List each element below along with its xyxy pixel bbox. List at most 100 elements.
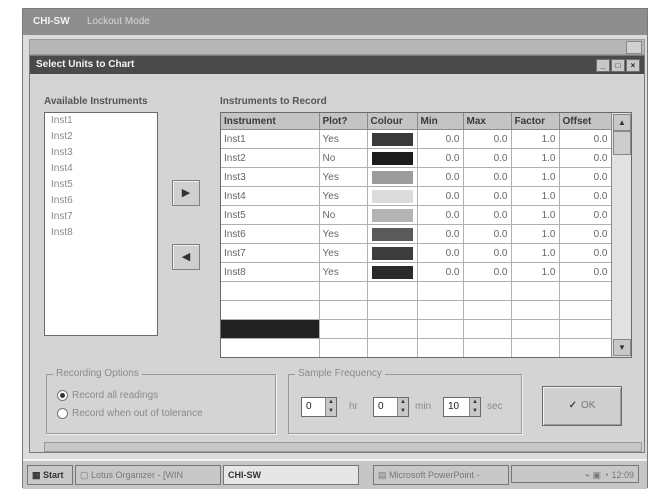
empty-cell[interactable] [367,300,418,320]
colour-cell[interactable] [367,148,418,168]
taskbar-item-lotus[interactable]: ▢ Lotus Organizer - [WIN [75,465,221,485]
empty-cell[interactable] [367,319,418,339]
empty-cell[interactable] [367,338,418,357]
max-cell[interactable]: 0.0 [463,129,512,149]
colour-swatch[interactable] [371,227,413,241]
scroll-up-icon[interactable]: ▲ [613,114,631,131]
remove-instrument-button[interactable]: ◀ [172,244,200,270]
colour-swatch[interactable] [371,170,413,184]
list-item[interactable]: Inst7 [45,209,157,225]
empty-cell[interactable] [511,338,560,357]
start-button[interactable]: ▦ Start [27,465,73,485]
column-header[interactable]: Offset [559,113,612,130]
plot-cell[interactable]: Yes [319,186,368,206]
hours-value[interactable]: 0 [306,401,312,412]
empty-cell[interactable] [319,281,368,301]
offset-cell[interactable]: 0.0 [559,129,612,149]
scroll-down-icon[interactable]: ▼ [613,339,631,356]
spinner-arrows-icon[interactable]: ▲ ▼ [397,398,408,416]
factor-cell[interactable]: 1.0 [511,205,560,225]
available-instruments-list[interactable]: Inst1 Inst2 Inst3 Inst4 Inst5 Inst6 Inst… [44,112,158,336]
min-cell[interactable]: 0.0 [417,167,464,187]
scroll-thumb[interactable] [613,131,631,155]
colour-cell[interactable] [367,205,418,225]
column-header[interactable]: Min [417,113,464,130]
offset-cell[interactable]: 0.0 [559,205,612,225]
list-item[interactable]: Inst6 [45,193,157,209]
column-header[interactable]: Factor [511,113,560,130]
colour-swatch[interactable] [371,151,413,165]
empty-row[interactable] [221,281,612,301]
minutes-spinner[interactable]: 0 ▲ ▼ [373,397,409,417]
plot-cell[interactable]: Yes [319,243,368,263]
table-row[interactable]: Inst4 Yes 0.0 0.0 1.0 0.0 [221,186,612,206]
seconds-value[interactable]: 10 [448,401,459,412]
plot-cell[interactable]: Yes [319,262,368,282]
empty-cell[interactable] [221,300,320,320]
empty-cell[interactable] [319,319,368,339]
offset-cell[interactable]: 0.0 [559,148,612,168]
empty-cell[interactable] [559,319,612,339]
empty-row[interactable] [221,300,612,320]
max-cell[interactable]: 0.0 [463,167,512,187]
list-item[interactable]: Inst3 [45,145,157,161]
min-cell[interactable]: 0.0 [417,129,464,149]
list-item[interactable]: Inst1 [45,113,157,129]
offset-cell[interactable]: 0.0 [559,186,612,206]
radio-selected-icon[interactable] [57,390,68,401]
empty-cell[interactable] [511,319,560,339]
empty-cell[interactable] [559,338,612,357]
factor-cell[interactable]: 1.0 [511,129,560,149]
empty-cell[interactable] [319,300,368,320]
radio-record-all[interactable]: Record all readings [57,390,158,401]
offset-cell[interactable]: 0.0 [559,243,612,263]
max-cell[interactable]: 0.0 [463,243,512,263]
column-header[interactable]: Colour [367,113,418,130]
colour-swatch[interactable] [371,189,413,203]
list-item[interactable]: Inst8 [45,225,157,241]
table-row[interactable]: Inst2 No 0.0 0.0 1.0 0.0 [221,148,612,168]
min-cell[interactable]: 0.0 [417,243,464,263]
taskbar-item-powerpoint[interactable]: ▤ Microsoft PowerPoint - [373,465,509,485]
ok-button[interactable]: ✓ OK [542,386,622,426]
instruments-to-record-grid[interactable]: Instrument Plot? Colour Min Max Factor O… [220,112,632,358]
inst-cell[interactable]: Inst4 [221,186,320,206]
min-cell[interactable]: 0.0 [417,224,464,244]
maximize-button[interactable]: □ [611,59,625,72]
inst-cell[interactable]: Inst8 [221,262,320,282]
colour-cell[interactable] [367,167,418,187]
empty-cell[interactable] [319,338,368,357]
seconds-spinner[interactable]: 10 ▲ ▼ [443,397,481,417]
table-row[interactable]: Inst6 Yes 0.0 0.0 1.0 0.0 [221,224,612,244]
list-item[interactable]: Inst2 [45,129,157,145]
empty-cell[interactable] [559,281,612,301]
factor-cell[interactable]: 1.0 [511,262,560,282]
plot-cell[interactable]: No [319,205,368,225]
empty-cell[interactable] [463,319,512,339]
max-cell[interactable]: 0.0 [463,148,512,168]
plot-cell[interactable]: Yes [319,167,368,187]
list-item[interactable]: Inst5 [45,177,157,193]
inst-cell[interactable]: Inst6 [221,224,320,244]
column-header[interactable]: Plot? [319,113,368,130]
factor-cell[interactable]: 1.0 [511,167,560,187]
radio-record-out-of-tolerance[interactable]: Record when out of tolerance [57,408,203,419]
empty-cell[interactable] [559,300,612,320]
max-cell[interactable]: 0.0 [463,262,512,282]
table-row[interactable]: Inst7 Yes 0.0 0.0 1.0 0.0 [221,243,612,263]
empty-cell[interactable] [463,281,512,301]
colour-swatch[interactable] [371,132,413,146]
factor-cell[interactable]: 1.0 [511,224,560,244]
max-cell[interactable]: 0.0 [463,224,512,244]
colour-cell[interactable] [367,224,418,244]
inst-cell[interactable]: Inst5 [221,205,320,225]
empty-cell[interactable] [221,338,320,357]
min-cell[interactable]: 0.0 [417,186,464,206]
empty-row[interactable] [221,319,612,339]
minutes-value[interactable]: 0 [378,401,384,412]
tray-icons[interactable]: ⌁ ▣ ◔ [585,470,612,480]
empty-cell[interactable] [463,338,512,357]
max-cell[interactable]: 0.0 [463,186,512,206]
empty-cell[interactable] [417,281,464,301]
empty-cell[interactable] [511,300,560,320]
